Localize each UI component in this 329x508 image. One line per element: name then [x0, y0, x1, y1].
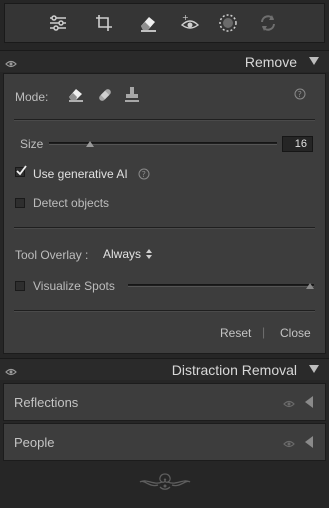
- svg-text:?: ?: [298, 90, 302, 99]
- generative-ai-checkbox[interactable]: [15, 165, 27, 178]
- circle-select-icon[interactable]: [217, 12, 239, 34]
- separator: [14, 119, 315, 120]
- collapse-triangle-icon[interactable]: [309, 57, 319, 65]
- distraction-panel-header[interactable]: Distraction Removal: [0, 358, 329, 380]
- tool-overlay-select[interactable]: Always: [103, 247, 153, 261]
- visualize-spots-slider-track: [128, 284, 314, 287]
- remove-panel-body: Mode: ? Size 16 Use generative AI ? Dete…: [3, 73, 326, 354]
- eye-icon[interactable]: [5, 57, 17, 71]
- remove-panel-header[interactable]: Remove: [0, 50, 329, 72]
- remove-panel-title: Remove: [244, 54, 297, 70]
- size-label: Size: [20, 137, 44, 151]
- eye-icon[interactable]: [283, 397, 295, 411]
- rotate-icon[interactable]: [257, 12, 279, 34]
- visualize-spots-slider[interactable]: [128, 281, 314, 291]
- mode-label: Mode:: [15, 90, 49, 104]
- add-eye-icon[interactable]: +: [179, 12, 201, 34]
- svg-text:?: ?: [142, 170, 146, 179]
- eraser-icon[interactable]: [137, 12, 159, 34]
- visualize-spots-label: Visualize Spots: [33, 279, 115, 293]
- visualize-spots-slider-thumb[interactable]: [306, 283, 314, 289]
- list-item-label: People: [14, 435, 55, 450]
- eye-icon[interactable]: [5, 365, 17, 379]
- separator: [14, 227, 315, 228]
- ornament-icon: [138, 470, 192, 495]
- visualize-spots-checkbox[interactable]: [15, 281, 25, 291]
- generative-ai-label: Use generative AI: [33, 167, 128, 181]
- list-item-label: Reflections: [14, 395, 79, 410]
- size-slider-thumb[interactable]: [86, 141, 94, 147]
- expand-triangle-icon[interactable]: [305, 396, 313, 408]
- list-item-people[interactable]: People: [3, 423, 326, 461]
- distraction-panel-title: Distraction Removal: [171, 362, 297, 378]
- eraser-mode-icon[interactable]: [67, 86, 85, 105]
- size-slider[interactable]: [49, 139, 277, 149]
- generative-ai-info-icon[interactable]: ?: [138, 168, 150, 183]
- expand-triangle-icon[interactable]: [305, 436, 313, 448]
- separator: [14, 310, 315, 311]
- help-icon[interactable]: ?: [294, 88, 306, 103]
- svg-text:+: +: [182, 14, 189, 22]
- list-item-reflections[interactable]: Reflections: [3, 383, 326, 421]
- close-button[interactable]: Close: [280, 326, 311, 340]
- size-value-field[interactable]: 16: [282, 136, 313, 152]
- size-slider-track: [49, 142, 277, 145]
- sliders-icon[interactable]: [47, 12, 69, 34]
- bandage-mode-icon[interactable]: [96, 86, 114, 107]
- tool-strip: +: [4, 3, 325, 43]
- tool-overlay-value: Always: [103, 247, 142, 261]
- collapse-triangle-icon[interactable]: [309, 365, 319, 373]
- button-separator: |: [262, 325, 266, 339]
- updown-icon: [146, 249, 153, 259]
- crop-icon[interactable]: [93, 12, 115, 34]
- detect-objects-checkbox[interactable]: [15, 198, 25, 208]
- tool-overlay-label: Tool Overlay :: [15, 248, 89, 262]
- detect-objects-label: Detect objects: [33, 196, 110, 210]
- stamp-mode-icon[interactable]: [124, 86, 140, 106]
- reset-button[interactable]: Reset: [220, 326, 251, 340]
- eye-icon[interactable]: [283, 437, 295, 451]
